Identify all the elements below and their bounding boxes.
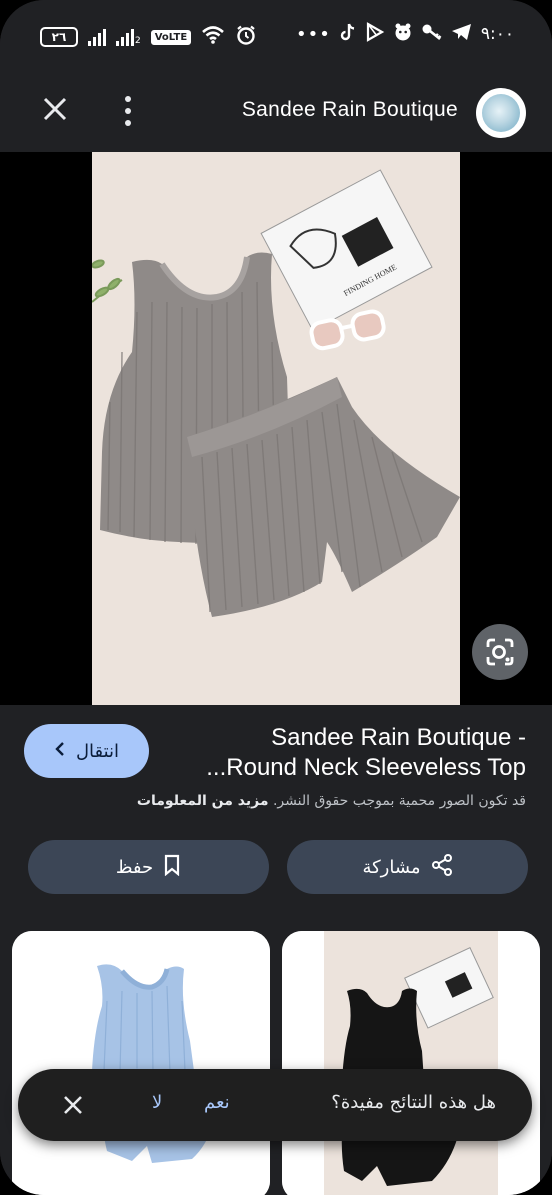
source-logo	[482, 94, 520, 132]
telegram-icon	[451, 22, 473, 46]
feedback-snackbar: لا نعم هل هذه النتائج مفيدة؟	[18, 1069, 532, 1141]
volte-badge: VoLTE	[150, 29, 192, 45]
signal-2-icon: 2	[116, 28, 141, 46]
close-button[interactable]	[38, 92, 72, 126]
close-icon	[43, 97, 67, 121]
source-avatar[interactable]	[476, 88, 526, 138]
feedback-dismiss-button[interactable]	[60, 1092, 86, 1118]
battery-indicator: ٢٦	[40, 27, 78, 47]
more-vert-icon	[125, 96, 131, 102]
result-title[interactable]: Sandee Rain Boutique - Round Neck Sleeve…	[186, 723, 526, 783]
save-label: حفظ	[115, 856, 154, 878]
share-button[interactable]: مشاركة	[287, 840, 528, 894]
copyright-notice: قد تكون الصور محمية بموجب حقوق النشر. مز…	[136, 793, 526, 809]
more-dots-icon: •••	[296, 23, 331, 45]
share-icon	[431, 853, 453, 881]
result-details: انتقال Sandee Rain Boutique - Round Neck…	[0, 705, 552, 1195]
status-right: ••• ٩:٠٠	[296, 22, 514, 46]
save-button[interactable]: حفظ	[28, 840, 269, 894]
bookmark-icon	[163, 854, 181, 881]
page-title: Sandee Rain Boutique	[241, 98, 458, 121]
related-result-card[interactable]	[12, 931, 270, 1195]
more-info-link[interactable]: مزيد من المعلومات	[137, 793, 269, 809]
play-icon	[365, 22, 385, 46]
phone-screen: ٢٦ 2 VoLTE ••• ٩:٠٠ Sandee Rain Boutique…	[0, 0, 552, 1195]
key-icon	[421, 22, 443, 46]
product-image[interactable]: FINDING HOME	[92, 152, 460, 705]
related-image-blue-set	[12, 931, 270, 1195]
feedback-yes-button[interactable]: نعم	[204, 1092, 230, 1113]
face-icon	[393, 22, 413, 46]
alarm-icon	[235, 24, 257, 50]
lens-search-button[interactable]	[472, 624, 528, 680]
signal-icon	[88, 28, 106, 46]
related-image-black-set	[282, 931, 540, 1195]
app-header: Sandee Rain Boutique	[0, 72, 552, 152]
close-icon	[64, 1096, 82, 1114]
chevron-left-icon	[54, 741, 66, 762]
visit-button[interactable]: انتقال	[24, 724, 149, 778]
wifi-icon	[201, 25, 225, 49]
clock: ٩:٠٠	[480, 24, 514, 44]
share-label: مشاركة	[362, 856, 421, 878]
lens-icon	[486, 638, 514, 666]
more-options-button[interactable]	[118, 96, 138, 126]
status-left: ٢٦ 2 VoLTE	[40, 24, 257, 50]
related-result-card[interactable]	[282, 931, 540, 1195]
feedback-no-button[interactable]: لا	[152, 1092, 162, 1113]
status-bar: ٢٦ 2 VoLTE ••• ٩:٠٠	[0, 0, 552, 72]
feedback-question: هل هذه النتائج مفيدة؟	[331, 1092, 496, 1113]
tiktok-icon	[339, 22, 357, 46]
visit-label: انتقال	[75, 740, 120, 762]
image-viewer: FINDING HOME	[0, 152, 552, 705]
